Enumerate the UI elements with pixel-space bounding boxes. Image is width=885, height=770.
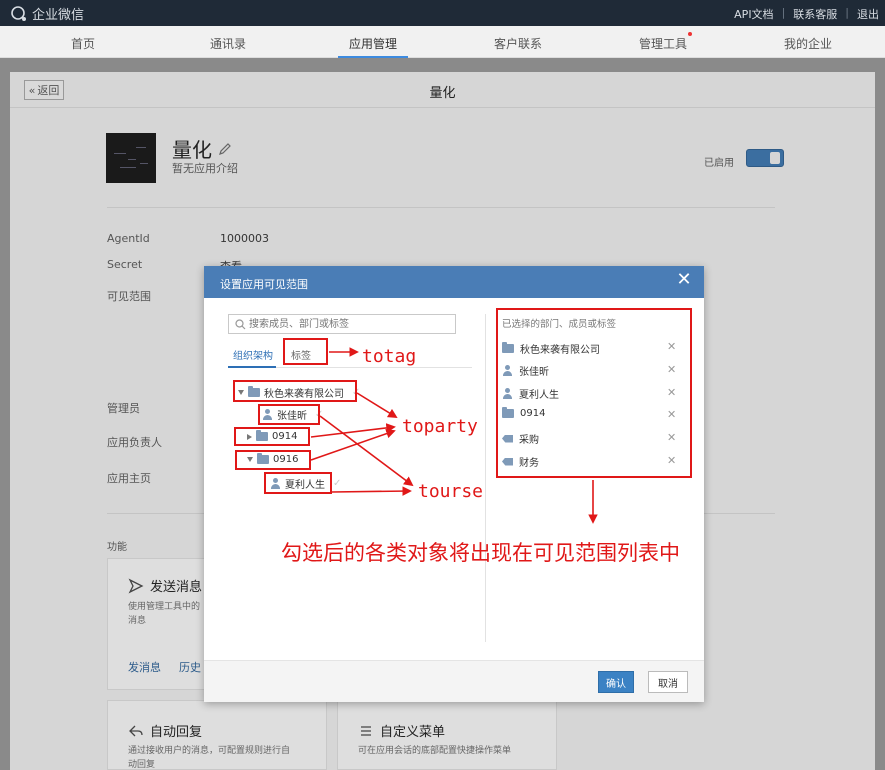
message-history-link[interactable]: 历史 [179, 659, 201, 675]
check-icon: ✓ [333, 478, 342, 489]
active-tab-indicator [228, 366, 276, 368]
send-message-desc: 使用管理工具中的 消息 [128, 600, 200, 628]
desc-line: 通过接收用户的消息，可配置规则进行自 [128, 746, 291, 756]
edit-pencil-icon[interactable] [218, 142, 232, 156]
dialog-title: 设置应用可见范围 [220, 278, 308, 291]
logout-link[interactable]: 退出 [857, 6, 879, 22]
notification-dot [688, 32, 692, 36]
nav-management-tools[interactable]: 管理工具 [618, 35, 708, 52]
auto-reply-desc: 通过接收用户的消息，可配置规则进行自 动回复 [128, 744, 308, 770]
close-icon[interactable]: ✕ [676, 271, 692, 289]
custom-menu-title-text: 自定义菜单 [380, 725, 446, 740]
app-description: 暂无应用介绍 [172, 162, 238, 175]
annotation-box-dept-0916 [235, 450, 311, 470]
desc-line: 可在应用会话的底部配置快捷操作菜单 [358, 746, 512, 756]
reply-icon [129, 725, 143, 736]
logo[interactable]: 企业微信 [10, 4, 84, 23]
divider: | [845, 6, 849, 19]
send-icon [128, 578, 144, 593]
app-name-text: 量化 [172, 138, 212, 162]
send-message-title: 发送消息 [128, 576, 202, 595]
logo-text: 企业微信 [32, 8, 85, 23]
custom-menu-desc: 可在应用会话的底部配置快捷操作菜单 [358, 744, 548, 758]
annotation-box-tag-tab [283, 338, 328, 365]
auto-reply-title: 自动回复 [128, 721, 202, 740]
search-icon [235, 319, 246, 330]
panel-divider [485, 314, 486, 642]
member-search[interactable] [228, 314, 456, 334]
wecom-logo-icon [11, 5, 26, 21]
desc-line: 消息 [128, 616, 147, 626]
divider: | [781, 6, 786, 19]
top-bar: 企业微信 API文档 | 联系客服 | 退出 [0, 0, 885, 26]
menu-icon [361, 725, 371, 736]
annotation-note: 勾选后的各类对象将出现在可见范围列表中 [281, 541, 680, 565]
annotation-box-member [258, 404, 320, 425]
main-nav: 首页 通讯录 应用管理 客户联系 管理工具 我的企业 [0, 26, 885, 58]
app-name: 量化 [172, 134, 232, 163]
custom-menu-title: 自定义菜单 [358, 721, 445, 740]
homepage-label: 应用主页 [107, 472, 151, 485]
annotation-box-selected-list [496, 308, 692, 478]
contact-support-link[interactable]: 联系客服 [793, 6, 837, 22]
visible-range-label: 可见范围 [107, 290, 151, 303]
enable-toggle[interactable] [746, 149, 784, 167]
status-label: 已启用 [704, 158, 734, 169]
desc-line: 动回复 [128, 760, 156, 770]
annotation-box-company [233, 380, 357, 402]
top-links: API文档 | 联系客服 | 退出 [734, 6, 879, 22]
owner-label: 应用负责人 [107, 436, 162, 449]
desc-line: 使用管理工具中的 [128, 602, 201, 612]
auto-reply-title-text: 自动回复 [150, 725, 203, 740]
functions-label: 功能 [107, 542, 127, 553]
app-icon [106, 133, 156, 183]
annotation-touser: tourse [418, 481, 484, 502]
api-docs-link[interactable]: API文档 [734, 6, 773, 22]
annotation-totag: totag [362, 346, 417, 367]
dialog-header: 设置应用可见范围 ✕ [204, 266, 704, 298]
nav-app-management[interactable]: 应用管理 [328, 35, 418, 52]
search-input[interactable] [249, 317, 449, 331]
annotation-box-dept-0914 [234, 427, 310, 446]
confirm-button[interactable]: 确认 [598, 671, 634, 693]
agentid-value: 1000003 [220, 232, 269, 245]
agentid-label: AgentId [107, 232, 150, 245]
nav-home[interactable]: 首页 [38, 35, 128, 52]
annotation-box-member-2 [264, 472, 332, 494]
nav-customer-contact[interactable]: 客户联系 [473, 35, 563, 52]
divider [107, 207, 775, 208]
annotation-toparty: toparty [402, 416, 478, 437]
nav-active-indicator [338, 56, 408, 58]
tab-org-structure[interactable]: 组织架构 [233, 347, 273, 362]
cancel-button[interactable]: 取消 [648, 671, 688, 693]
page-title: 量化 [429, 86, 456, 101]
secret-label: Secret [107, 258, 143, 271]
send-message-title-text: 发送消息 [150, 580, 203, 595]
send-message-link[interactable]: 发消息 [128, 659, 161, 675]
admin-label: 管理员 [107, 402, 140, 415]
nav-contacts[interactable]: 通讯录 [183, 35, 273, 52]
nav-my-enterprise[interactable]: 我的企业 [763, 35, 853, 52]
